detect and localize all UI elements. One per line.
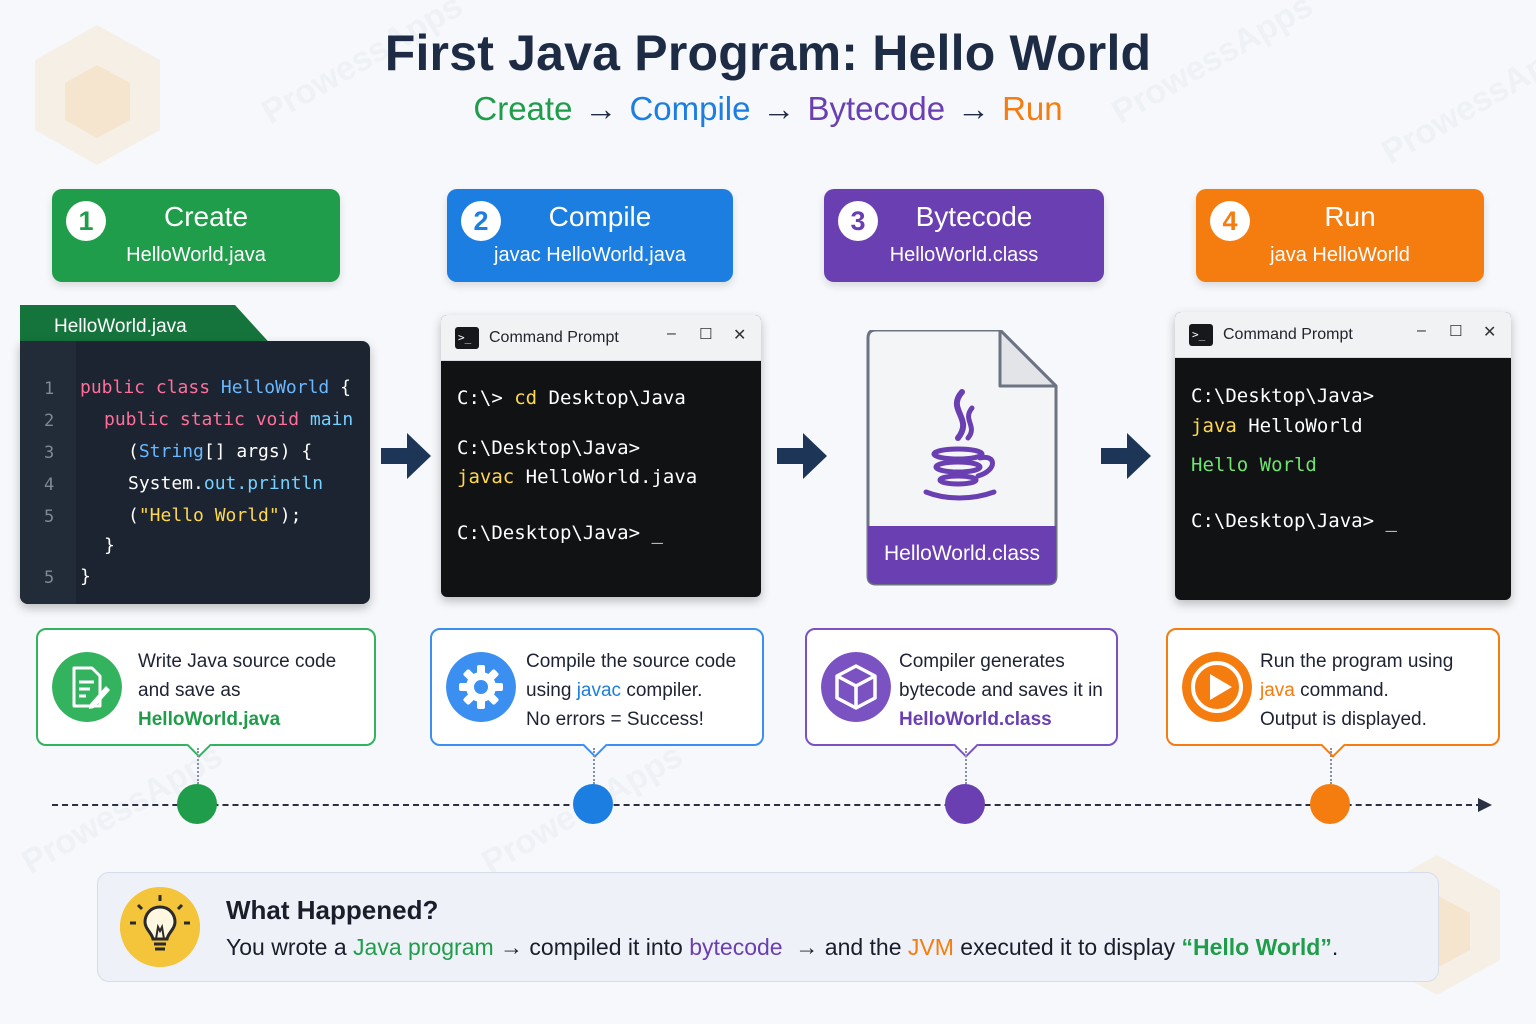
right-arrow-icon	[1101, 433, 1151, 479]
timeline-connector	[593, 748, 595, 784]
subtitle-arrow: →	[957, 90, 991, 127]
maximize-button[interactable]: ☐	[1449, 322, 1462, 340]
right-arrow-icon	[777, 433, 827, 479]
class-file-label: HelloWorld.class	[884, 542, 1040, 565]
terminal-line: C:\Desktop\Java>	[1191, 385, 1375, 407]
timeline-dot-compile	[573, 784, 613, 824]
timeline-dot-run	[1310, 784, 1350, 824]
card-text: Compiler generates bytecode and saves it…	[899, 651, 1103, 730]
terminal-line: C:\Desktop\Java> _	[457, 522, 663, 544]
line-number: 2	[44, 411, 55, 431]
timeline-dot-bytecode	[945, 784, 985, 824]
line-number: 4	[44, 475, 55, 495]
timeline-dot-create	[177, 784, 217, 824]
subtitle-arrow: →	[584, 90, 618, 127]
timeline-connector	[1330, 748, 1332, 784]
page-title: First Java Program: Hello World	[384, 25, 1152, 81]
code-line-7: }	[80, 566, 91, 587]
minimize-button[interactable]: –	[667, 325, 676, 343]
program-output: Hello World	[1191, 454, 1317, 476]
title-bar[interactable]: >_ Command Prompt – ☐ ✕	[1175, 312, 1511, 358]
code-line-2: public static void main	[104, 409, 354, 430]
step-name: Compile	[548, 201, 652, 232]
step-header-bytecode: 3 Bytecode HelloWorld.class	[824, 189, 1104, 282]
timeline	[52, 804, 1482, 806]
editor-tab-label: HelloWorld.java	[54, 316, 187, 337]
step-subtitle: HelloWorld.java	[126, 244, 266, 266]
page-subtitle: Create → Compile → Bytecode → Run	[0, 90, 1536, 128]
play-icon	[1182, 652, 1252, 722]
card-text: Write Java source code and save as Hello…	[138, 651, 337, 730]
step-name: Bytecode	[915, 201, 1033, 232]
subtitle-arrow: →	[762, 90, 796, 127]
description-card-bytecode: Compiler generates bytecode and saves it…	[805, 628, 1118, 758]
code-line-5: ("Hello World");	[128, 505, 302, 526]
cube-icon	[821, 652, 891, 722]
summary-panel: What Happened? You wrote a Java program …	[97, 872, 1439, 982]
description-card-create: Write Java source code and save as Hello…	[36, 628, 376, 758]
step-subtitle: javac HelloWorld.java	[494, 244, 686, 266]
line-number: 3	[44, 443, 55, 463]
java-coffee-cup-icon	[923, 389, 997, 501]
code-editor: HelloWorld.java 1 2 3 4 5 5 public class…	[20, 305, 370, 604]
timeline-connector	[965, 748, 967, 784]
step-header-run: 4 Run java HelloWorld	[1196, 189, 1484, 282]
right-arrow-icon	[381, 433, 431, 479]
code-line-3: (String[] args) {	[128, 441, 313, 462]
description-card-run: Run the program using java command. Outp…	[1166, 628, 1500, 758]
subtitle-create: Create	[473, 90, 573, 127]
subtitle-run: Run	[1002, 90, 1063, 127]
card-text: Compile the source code using javac comp…	[526, 651, 737, 730]
minimize-button[interactable]: –	[1417, 322, 1426, 340]
card-pointer	[1320, 732, 1346, 758]
card-pointer	[582, 732, 608, 758]
lightbulb-icon	[120, 887, 200, 967]
line-number: 5	[44, 507, 55, 527]
step-name: Create	[163, 201, 249, 232]
step-header-create: 1 Create HelloWorld.java	[52, 189, 340, 282]
step-subtitle: HelloWorld.class	[889, 244, 1039, 266]
command-prompt-window[interactable]: >_ Command Prompt – ☐ ✕ C:\Desktop\Java>…	[1175, 312, 1511, 600]
subtitle-bytecode: Bytecode	[807, 90, 946, 127]
close-button[interactable]: ✕	[1483, 322, 1496, 342]
code-line-6: }	[104, 535, 115, 556]
description-card-compile: Compile the source code using javac comp…	[430, 628, 764, 758]
step-name: Run	[1324, 201, 1376, 232]
edit-document-icon	[52, 652, 122, 722]
command-prompt-window[interactable]: >_ Command Prompt – ☐ ✕ C:\> cd Desktop\…	[441, 315, 761, 597]
timeline-connector	[197, 748, 199, 784]
code-line-4: System.out.println	[128, 473, 324, 494]
class-file: HelloWorld.class	[866, 328, 1058, 586]
gear-icon	[446, 652, 516, 722]
subtitle-compile: Compile	[629, 90, 751, 127]
close-button[interactable]: ✕	[733, 325, 746, 345]
terminal-icon: >_	[1189, 324, 1213, 346]
line-number: 5	[44, 568, 55, 588]
line-number: 1	[44, 379, 55, 399]
summary-heading: What Happened?	[226, 895, 439, 925]
window-title: Command Prompt	[1223, 326, 1353, 343]
editor-body[interactable]: 1 2 3 4 5 5 public class HelloWorld { pu…	[20, 341, 370, 604]
summary-text: You wrote a Java program → compiled it i…	[226, 934, 1339, 960]
terminal-line: javac HelloWorld.java	[457, 466, 698, 488]
terminal-line: C:\> cd Desktop\Java	[457, 387, 686, 409]
code-line-1: public class HelloWorld {	[80, 377, 351, 398]
maximize-button[interactable]: ☐	[699, 325, 712, 343]
terminal-line: C:\Desktop\Java>	[457, 437, 641, 459]
window-title: Command Prompt	[489, 329, 619, 346]
terminal-line: java HelloWorld	[1191, 415, 1363, 437]
step-header-compile: 2 Compile javac HelloWorld.java	[447, 189, 733, 282]
terminal-line: C:\Desktop\Java> _	[1191, 510, 1397, 532]
terminal-icon: >_	[455, 327, 479, 349]
timeline-arrow-icon	[1478, 798, 1492, 812]
card-text: Run the program using java command. Outp…	[1260, 651, 1454, 730]
title-bar[interactable]: >_ Command Prompt – ☐ ✕	[441, 315, 761, 361]
step-subtitle: java HelloWorld	[1270, 244, 1410, 266]
